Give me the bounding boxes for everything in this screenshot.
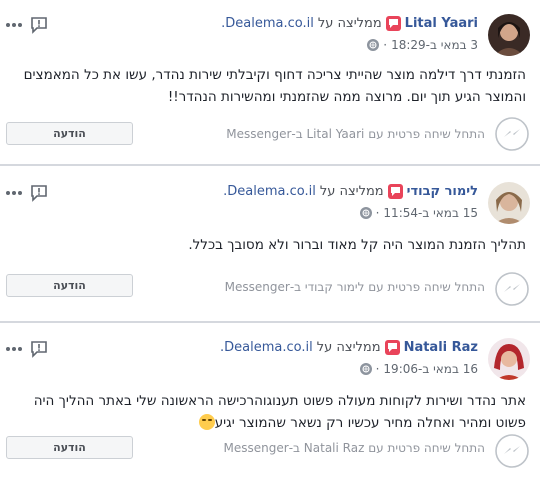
review-meta: 15 במאי ב-11:54 ·	[359, 206, 478, 220]
review-header: Lital Yaari ממליצה על Dealema.co.il.	[221, 16, 478, 31]
avatar[interactable]	[488, 338, 530, 380]
report-flag-icon[interactable]	[30, 184, 48, 202]
divider	[0, 164, 540, 166]
review-meta: 16 במאי ב-19:06 ·	[359, 362, 478, 376]
review-card: Natali Raz ממליצה על Dealema.co.il. 16 ב…	[0, 324, 540, 474]
page-link[interactable]: Dealema.co.il.	[220, 340, 313, 355]
review-actions	[6, 16, 48, 34]
recommend-icon	[384, 340, 400, 355]
page-link[interactable]: Dealema.co.il.	[221, 16, 314, 31]
messenger-icon[interactable]	[494, 116, 530, 152]
recommends-label: ממליצה על	[319, 184, 384, 199]
reviewer-name[interactable]: Natali Raz	[404, 340, 478, 355]
globe-icon	[359, 363, 372, 375]
divider	[0, 321, 540, 323]
grinning-emoji-icon	[198, 414, 215, 430]
timestamp[interactable]: 15 במאי ב-11:54	[383, 206, 478, 220]
globe-icon	[359, 207, 372, 219]
report-flag-icon[interactable]	[30, 16, 48, 34]
avatar[interactable]	[488, 182, 530, 224]
more-dots-icon[interactable]	[6, 191, 22, 195]
more-dots-icon[interactable]	[6, 347, 22, 351]
timestamp[interactable]: 16 במאי ב-19:06	[383, 362, 478, 376]
reviewer-name[interactable]: לימור קבודי	[407, 184, 478, 199]
review-text: אתר נהדר ושירות לקוחות מעולה פשוט תענוגו…	[6, 390, 526, 434]
more-dots-icon[interactable]	[6, 23, 22, 27]
messenger-icon[interactable]	[494, 271, 530, 307]
recommends-label: ממליצה על	[316, 340, 381, 355]
review-text-body: אתר נהדר ושירות לקוחות מעולה פשוט תענוגו…	[33, 393, 526, 431]
review-card: לימור קבודי ממליצה על Dealema.co.il. 15 …	[0, 168, 540, 318]
globe-icon	[367, 39, 380, 51]
messenger-prompt: התחל שיחה פרטית עם לימור קבודי ב-Messeng…	[224, 280, 485, 294]
send-message-button[interactable]: הודעה	[6, 274, 133, 297]
send-message-button[interactable]: הודעה	[6, 436, 133, 459]
review-text: תהליך הזמנת המוצר היה קל מאוד וברור ולא …	[188, 237, 526, 253]
review-text: הזמנתי דרך דילמה מוצר שהייתי צריכה דחוף …	[23, 67, 526, 105]
review-header: Natali Raz ממליצה על Dealema.co.il.	[220, 340, 478, 355]
review-actions	[6, 340, 48, 358]
messenger-icon[interactable]	[494, 433, 530, 469]
recommend-icon	[387, 184, 403, 199]
send-message-button[interactable]: הודעה	[6, 122, 133, 145]
review-meta: 3 במאי ב-18:29 ·	[367, 38, 478, 52]
review-actions	[6, 184, 48, 202]
recommend-icon	[385, 16, 401, 31]
timestamp[interactable]: 3 במאי ב-18:29	[391, 38, 478, 52]
messenger-prompt: התחל שיחה פרטית עם Lital Yaari ב-Messeng…	[226, 127, 485, 141]
messenger-prompt: התחל שיחה פרטית עם Natali Raz ב-Messenge…	[223, 441, 485, 455]
avatar[interactable]	[488, 14, 530, 56]
recommends-label: ממליצה על	[317, 16, 382, 31]
report-flag-icon[interactable]	[30, 340, 48, 358]
review-card: Lital Yaari ממליצה על Dealema.co.il. 3 ב…	[0, 0, 540, 152]
reviewer-name[interactable]: Lital Yaari	[405, 16, 478, 31]
page-link[interactable]: Dealema.co.il.	[223, 184, 316, 199]
review-header: לימור קבודי ממליצה על Dealema.co.il.	[223, 184, 478, 199]
